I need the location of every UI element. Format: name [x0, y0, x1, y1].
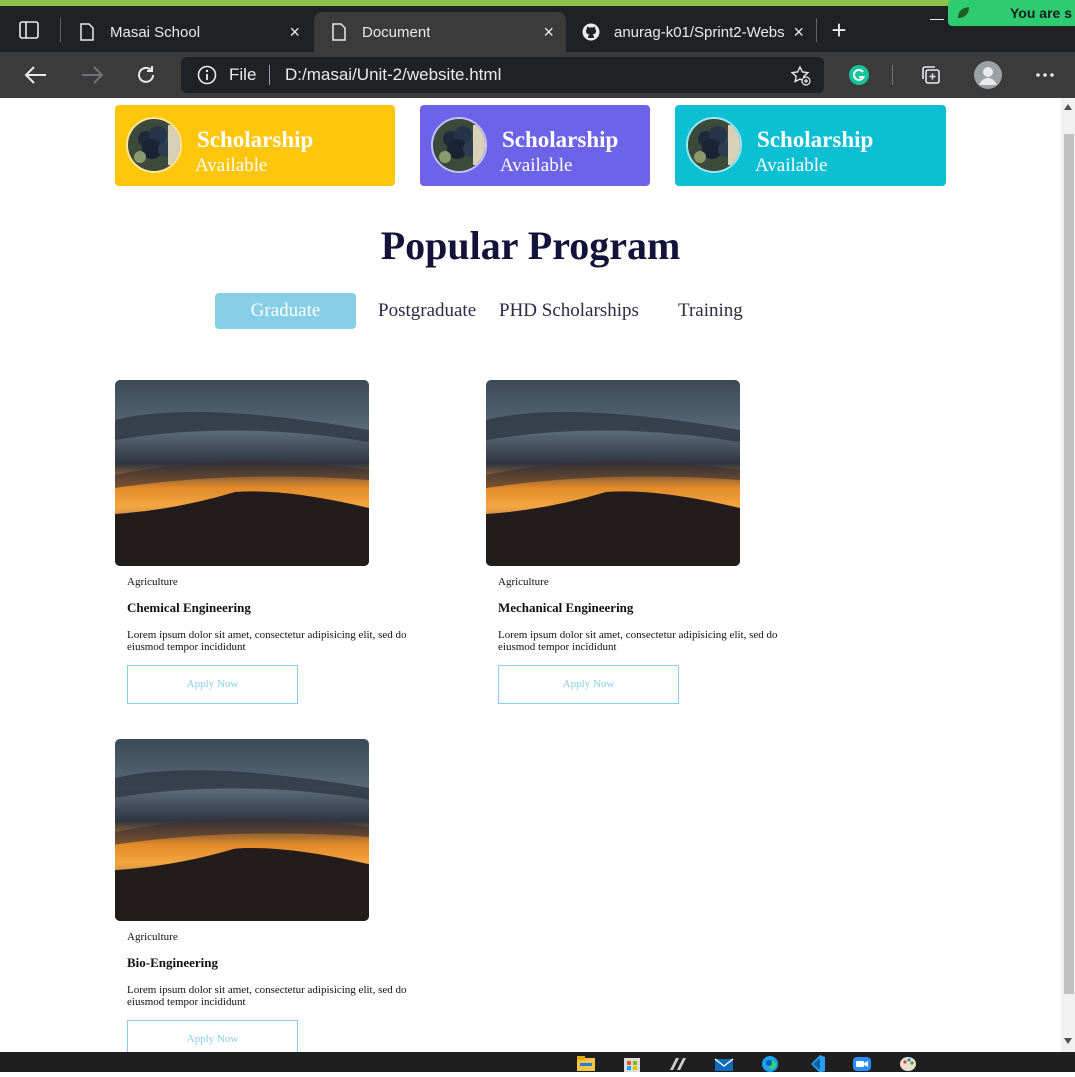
tab-actions-icon[interactable] — [18, 20, 40, 40]
grammarly-icon[interactable] — [845, 61, 873, 89]
course-category: Agriculture — [127, 931, 178, 943]
scholarship-avatar — [686, 117, 742, 173]
page-icon — [330, 23, 348, 41]
course-name: Bio-Engineering — [127, 955, 219, 970]
forward-icon[interactable] — [78, 61, 106, 89]
collections-icon[interactable] — [917, 61, 945, 89]
back-icon[interactable] — [22, 61, 50, 89]
scholarship-card[interactable]: Scholarship Available — [420, 105, 650, 186]
scroll-up-arrow-icon[interactable] — [1064, 104, 1072, 110]
store-icon[interactable] — [622, 1054, 642, 1072]
apply-now-button[interactable]: Apply Now — [127, 665, 298, 704]
tab-title: Document — [362, 23, 431, 41]
tab-strip: Masai School × Document × anurag-k01/Spr… — [0, 6, 1075, 52]
vscode-icon[interactable] — [806, 1054, 826, 1073]
file-explorer-icon[interactable] — [576, 1054, 596, 1072]
apply-now-button[interactable]: Apply Now — [498, 665, 679, 704]
leaf-icon — [956, 6, 970, 20]
add-favorite-icon[interactable] — [790, 65, 812, 87]
close-icon[interactable]: × — [793, 22, 804, 42]
refresh-icon[interactable] — [132, 61, 160, 89]
tab-title: Masai School — [110, 23, 201, 41]
tab-separator — [816, 18, 817, 42]
tab-postgraduate[interactable]: Postgraduate — [378, 293, 476, 329]
page-icon — [78, 23, 96, 41]
scholarship-subtitle: Available — [500, 155, 573, 176]
course-description: Lorem ipsum dolor sit amet, consectetur … — [127, 984, 407, 1008]
app-icon[interactable] — [668, 1054, 688, 1072]
scholarship-card[interactable]: Scholarship Available — [675, 105, 946, 186]
course-description: Lorem ipsum dolor sit amet, consectetur … — [127, 629, 407, 653]
scroll-down-arrow-icon[interactable] — [1064, 1038, 1072, 1044]
mail-icon[interactable] — [714, 1054, 734, 1072]
url-divider — [269, 65, 270, 85]
info-icon[interactable] — [197, 65, 217, 85]
course-category: Agriculture — [127, 576, 178, 588]
tab-graduate[interactable]: Graduate — [215, 293, 356, 329]
paint-icon[interactable] — [898, 1054, 918, 1072]
scholarship-avatar — [126, 117, 182, 173]
scholarship-title: Scholarship — [197, 127, 314, 152]
tab-training[interactable]: Training — [678, 293, 743, 329]
close-icon[interactable]: × — [543, 22, 554, 42]
section-title: Popular Program — [380, 223, 681, 268]
scholarship-title: Scholarship — [757, 127, 874, 152]
scholarship-subtitle: Available — [755, 155, 828, 176]
url-scheme: File — [229, 65, 257, 84]
url-text[interactable]: D:/masai/Unit-2/website.html — [285, 65, 501, 85]
page-scrollbar[interactable] — [1061, 98, 1075, 1052]
scholarship-avatar — [431, 117, 487, 173]
more-menu-icon[interactable] — [1031, 61, 1059, 89]
toolbar-divider — [892, 65, 893, 85]
edge-icon[interactable] — [760, 1054, 780, 1072]
scholarship-title: Scholarship — [502, 127, 619, 152]
apply-now-button[interactable]: Apply Now — [127, 1020, 298, 1052]
course-image — [115, 380, 369, 566]
zoom-icon[interactable] — [852, 1054, 872, 1072]
scholarship-subtitle: Available — [195, 155, 268, 176]
new-tab-button[interactable]: + — [826, 17, 852, 44]
course-name: Mechanical Engineering — [498, 600, 634, 615]
minimize-button[interactable] — [930, 10, 944, 20]
course-category: Agriculture — [498, 576, 549, 588]
web-page: Scholarship Available Scholarship Availa… — [0, 98, 1061, 1052]
os-taskbar — [0, 1052, 1075, 1073]
close-icon[interactable]: × — [289, 22, 300, 42]
course-description: Lorem ipsum dolor sit amet, consectetur … — [498, 629, 778, 653]
profile-avatar-icon[interactable] — [974, 61, 1002, 89]
tab-masai-school[interactable]: Masai School × — [62, 12, 312, 52]
tab-phd-scholarships[interactable]: PHD Scholarships — [499, 293, 639, 329]
tab-separator — [60, 18, 61, 42]
tab-title: anurag-k01/Sprint2-Website — [614, 23, 784, 41]
scholarship-card[interactable]: Scholarship Available — [115, 105, 395, 186]
scrollbar-thumb[interactable] — [1064, 134, 1074, 994]
github-icon — [582, 23, 600, 41]
tab-github[interactable]: anurag-k01/Sprint2-Website × — [566, 12, 816, 52]
course-image — [115, 739, 369, 921]
tab-document[interactable]: Document × — [314, 12, 566, 52]
course-image — [486, 380, 740, 566]
browser-toolbar: File D:/masai/Unit-2/website.html — [0, 52, 1075, 98]
address-bar[interactable]: File D:/masai/Unit-2/website.html — [181, 57, 824, 93]
course-name: Chemical Engineering — [127, 600, 251, 615]
